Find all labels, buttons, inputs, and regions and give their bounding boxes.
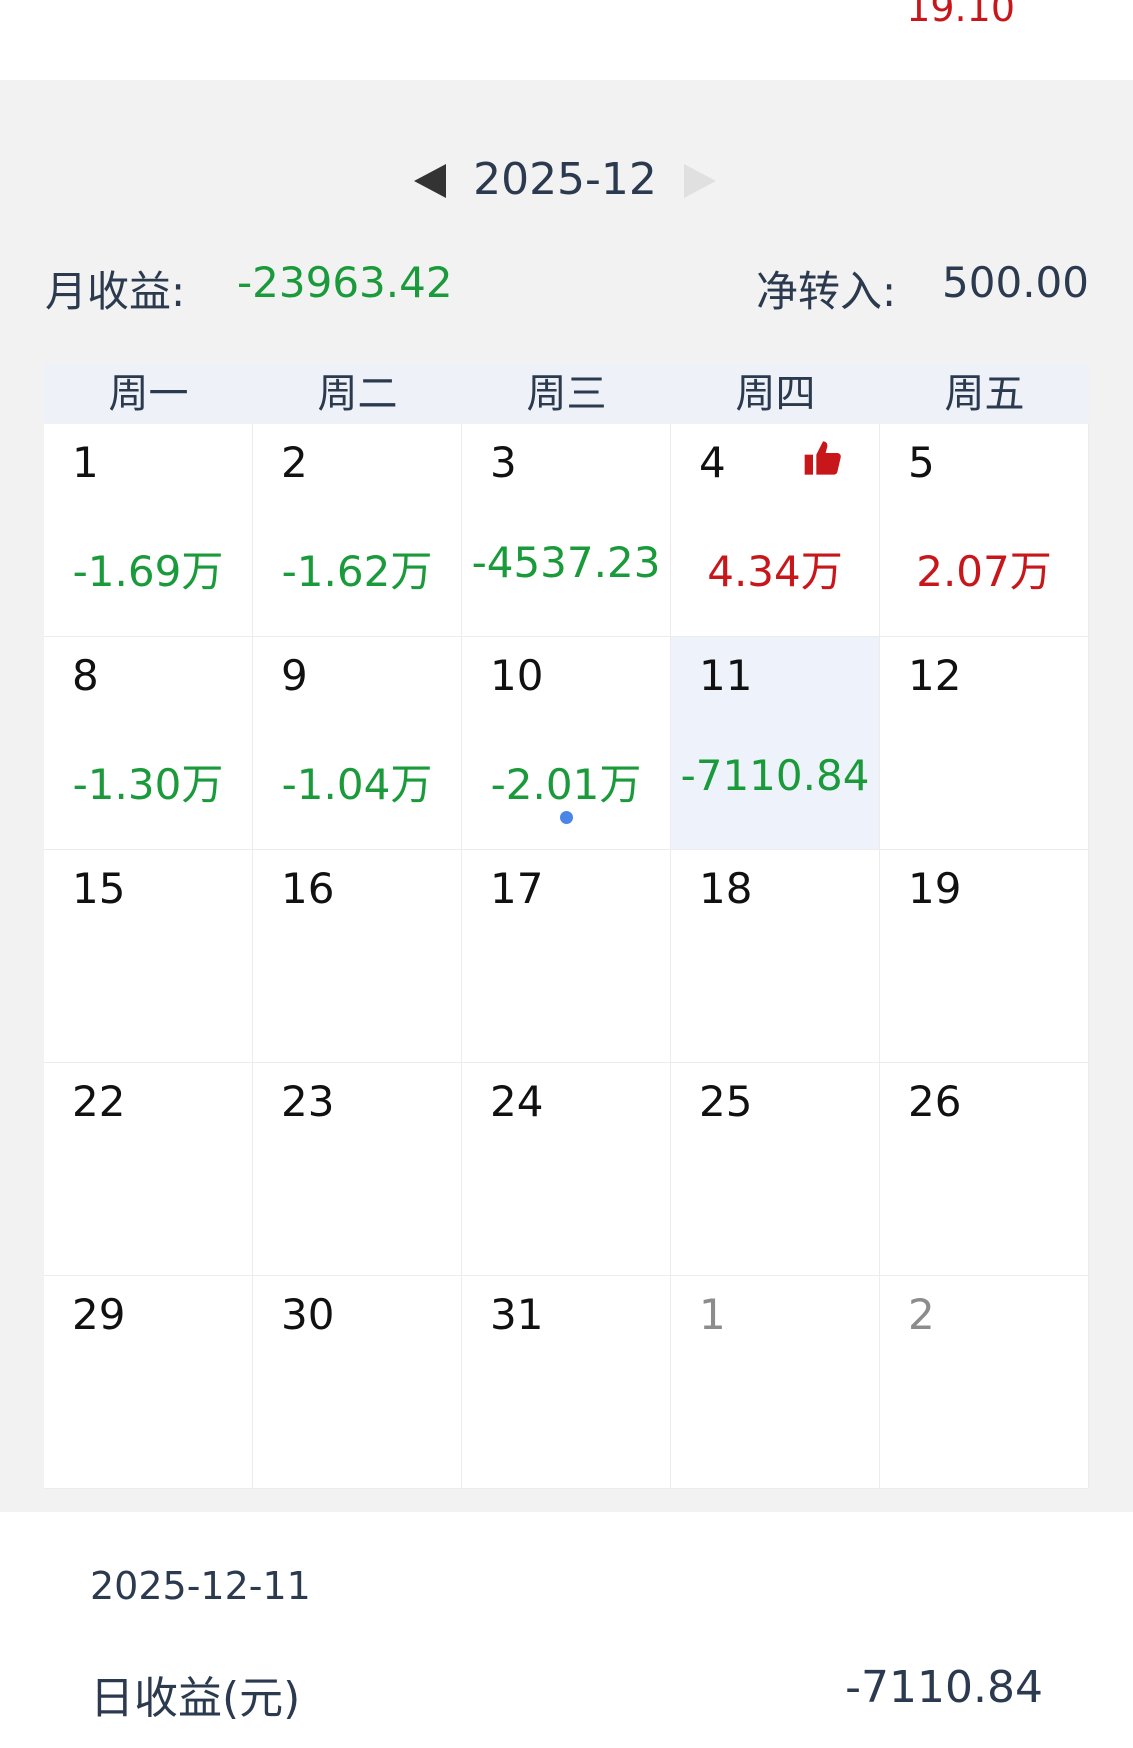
day-cell[interactable]: 18 <box>671 850 880 1063</box>
detail-date: 2025-12-11 <box>90 1564 311 1608</box>
calendar-grid: 周一 周二 周三 周四 周五 1 -1.69万 2 -1.62万 3 -4537.23 4 4… <box>44 364 1089 1489</box>
day-cell[interactable]: 12 <box>880 637 1089 850</box>
day-number: 18 <box>699 864 753 913</box>
day-number: 1 <box>699 1290 726 1339</box>
day-number: 31 <box>490 1290 544 1339</box>
day-number: 3 <box>490 438 517 487</box>
day-cell[interactable]: 1 <box>671 1276 880 1489</box>
day-number: 26 <box>908 1077 962 1126</box>
week-row: 1 -1.69万 2 -1.62万 3 -4537.23 4 4.34万 5 2.07万 <box>44 424 1089 637</box>
day-number: 1 <box>72 438 99 487</box>
day-cell[interactable]: 2 -1.62万 <box>253 424 462 637</box>
weekday-tue: 周二 <box>317 371 398 417</box>
day-profit: -1.30万 <box>72 760 224 809</box>
day-profit: 4.34万 <box>707 547 843 596</box>
day-number: 24 <box>490 1077 544 1126</box>
day-number: 11 <box>699 651 753 700</box>
day-cell[interactable]: 23 <box>253 1063 462 1276</box>
day-cell[interactable]: 17 <box>462 850 671 1063</box>
day-number: 25 <box>699 1077 753 1126</box>
day-cell[interactable]: 24 <box>462 1063 671 1276</box>
month-label: 2025-12 <box>473 154 657 205</box>
day-number: 29 <box>72 1290 126 1339</box>
day-cell[interactable]: 30 <box>253 1276 462 1489</box>
daily-profit-label: 日收益(元) <box>90 1673 301 1724</box>
week-row: 8 -1.30万 9 -1.04万 10 -2.01万 11 -7110.84 12 <box>44 637 1089 850</box>
day-cell[interactable]: 15 <box>44 850 253 1063</box>
week-row: 22 23 24 25 26 <box>44 1063 1089 1276</box>
day-number: 5 <box>908 438 935 487</box>
day-number: 15 <box>72 864 126 913</box>
today-dot-icon <box>560 811 573 824</box>
daily-profit-value: -7110.84 <box>845 1662 1043 1713</box>
day-cell[interactable]: 29 <box>44 1276 253 1489</box>
day-number: 8 <box>72 651 99 700</box>
day-profit: -1.62万 <box>281 547 433 596</box>
day-cell[interactable]: 4 4.34万 <box>671 424 880 637</box>
day-profit: 2.07万 <box>916 547 1052 596</box>
week-row: 15 16 17 18 19 <box>44 850 1089 1063</box>
day-number: 10 <box>490 651 544 700</box>
month-navigator: 2025-12 <box>0 136 1133 226</box>
day-profit: -1.04万 <box>281 760 433 809</box>
thumbs-up-icon <box>804 441 841 475</box>
day-number: 30 <box>281 1290 335 1339</box>
day-profit: -1.69万 <box>72 547 224 596</box>
day-cell[interactable]: 16 <box>253 850 462 1063</box>
day-number: 17 <box>490 864 544 913</box>
day-cell[interactable]: 25 <box>671 1063 880 1276</box>
net-transfer-value: 500.00 <box>942 258 1089 307</box>
day-cell[interactable]: 31 <box>462 1276 671 1489</box>
day-cell[interactable]: 9 -1.04万 <box>253 637 462 850</box>
day-profit: -4537.23 <box>471 538 661 587</box>
weekday-header: 周一 周二 周三 周四 周五 <box>44 364 1089 424</box>
day-cell[interactable]: 1 -1.69万 <box>44 424 253 637</box>
prev-month-icon[interactable] <box>414 164 446 198</box>
day-cell[interactable]: 11 -7110.84 <box>671 637 880 850</box>
monthly-profit-value: -23963.42 <box>237 258 453 307</box>
day-cell[interactable]: 8 -1.30万 <box>44 637 253 850</box>
day-cell[interactable]: 22 <box>44 1063 253 1276</box>
day-cell[interactable]: 10 -2.01万 <box>462 637 671 850</box>
day-number: 2 <box>281 438 308 487</box>
next-month-icon[interactable] <box>684 164 716 198</box>
day-number: 22 <box>72 1077 126 1126</box>
weekday-fri: 周五 <box>944 371 1025 417</box>
net-transfer-label: 净转入: <box>756 267 897 316</box>
calendar-weeks: 1 -1.69万 2 -1.62万 3 -4537.23 4 4.34万 5 2.07万 8 -1.3… <box>44 424 1089 1489</box>
week-row: 29 30 31 1 2 <box>44 1276 1089 1489</box>
day-number: 4 <box>699 438 726 487</box>
day-profit: -7110.84 <box>680 751 870 800</box>
day-number: 23 <box>281 1077 335 1126</box>
day-cell[interactable]: 5 2.07万 <box>880 424 1089 637</box>
day-cell[interactable]: 2 <box>880 1276 1089 1489</box>
day-number: 19 <box>908 864 962 913</box>
day-cell[interactable]: 3 -4537.23 <box>462 424 671 637</box>
top-strip: 19.10 <box>0 0 1133 80</box>
monthly-summary: 月收益: -23963.42 净转入: 500.00 <box>0 258 1133 318</box>
monthly-profit-label: 月收益: <box>45 267 186 316</box>
weekday-wed: 周三 <box>526 371 607 417</box>
day-number: 2 <box>908 1290 935 1339</box>
top-value: 19.10 <box>906 0 1015 30</box>
day-number: 9 <box>281 651 308 700</box>
day-number: 12 <box>908 651 962 700</box>
day-detail: 2025-12-11 日收益(元) -7110.84 <box>0 1512 1133 1748</box>
day-profit: -2.01万 <box>490 760 642 809</box>
day-cell[interactable]: 19 <box>880 850 1089 1063</box>
weekday-mon: 周一 <box>108 371 189 417</box>
day-number: 16 <box>281 864 335 913</box>
day-cell[interactable]: 26 <box>880 1063 1089 1276</box>
weekday-thu: 周四 <box>735 371 816 417</box>
